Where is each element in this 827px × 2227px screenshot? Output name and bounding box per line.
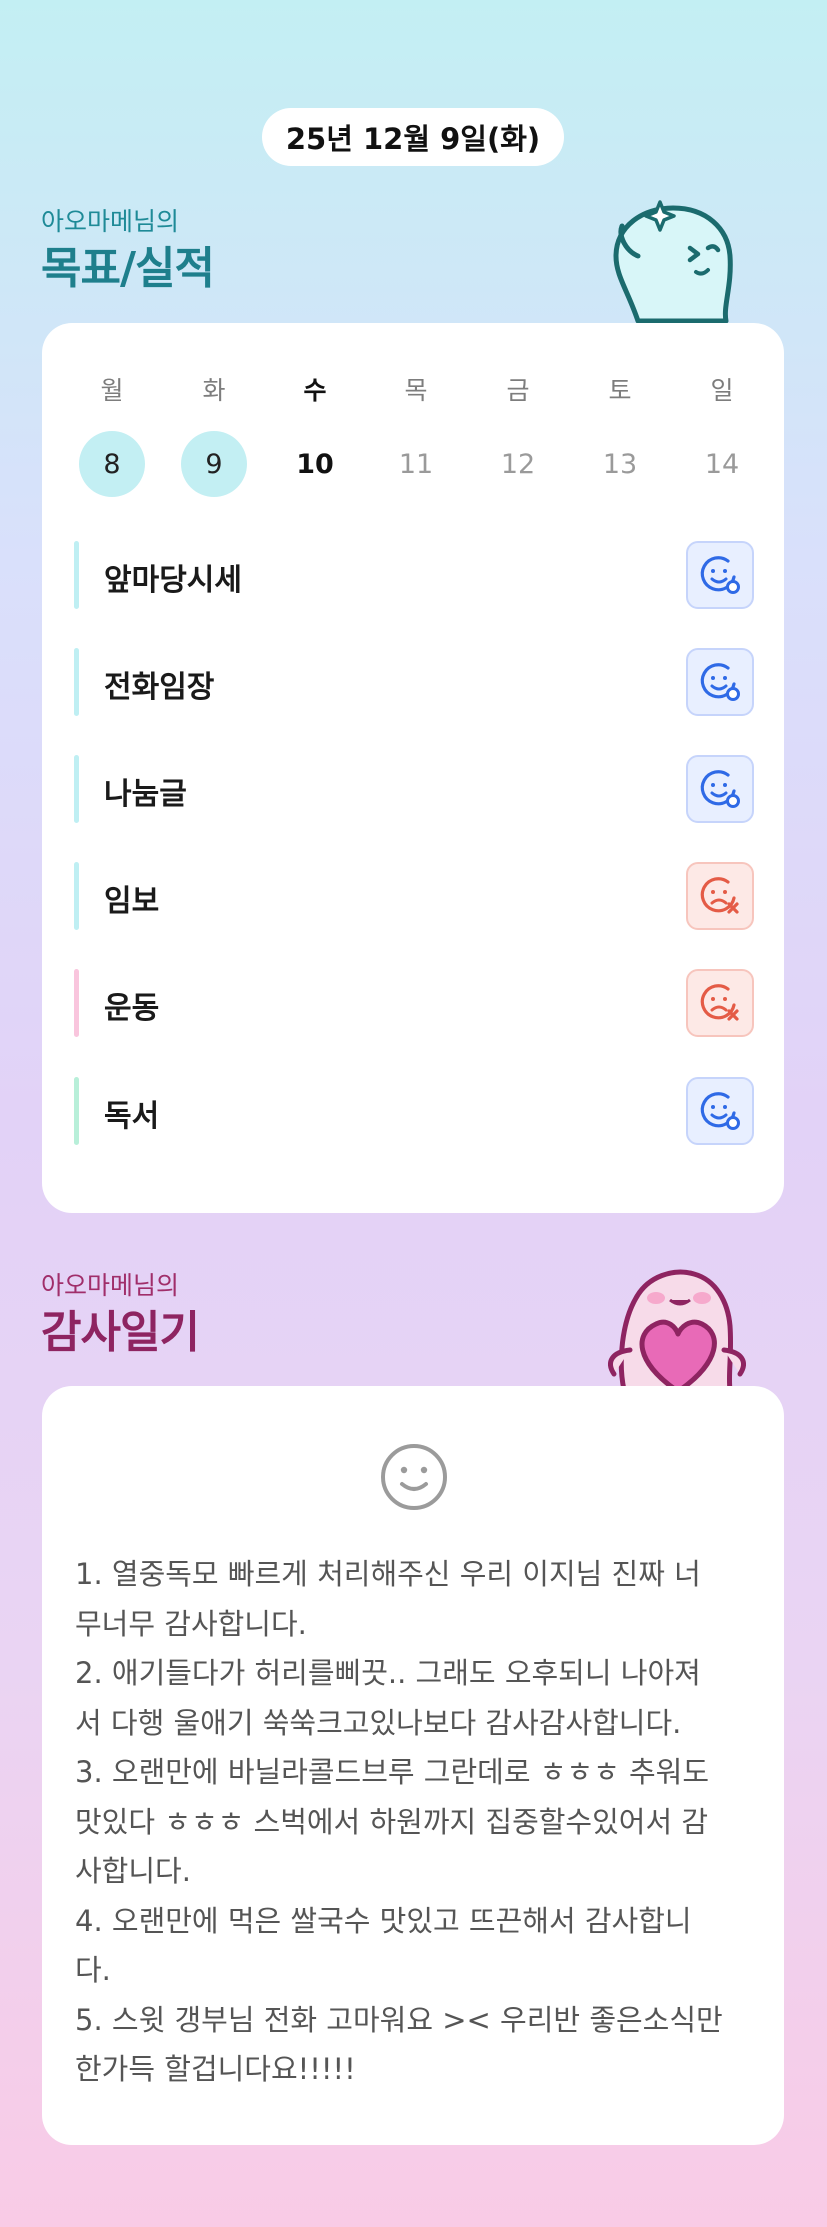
goal-status-success[interactable] [686,541,754,609]
smile-check-icon [700,1092,740,1130]
goal-status-fail[interactable] [686,862,754,930]
day-number: 10 [296,448,334,480]
date-pill: 25년 12월 9일(화) [262,108,564,166]
diary-line: 다. [75,1953,111,1987]
smile-check-icon [700,663,740,701]
diary-line: 사합니다. [75,1854,191,1888]
smile-check-icon [700,556,740,594]
diary-line: 3. 오랜만에 바닐라콜드브루 그란데로 ㅎㅎㅎ 추워도 [75,1755,710,1789]
goal-bar [74,862,79,930]
goal-row-report[interactable]: 임보 [74,862,754,930]
diary-line: 4. 오랜만에 먹은 쌀국수 맛있고 뜨끈해서 감사합니 [75,1903,692,1938]
goal-bar [74,1077,79,1145]
diary-line: 무너무 감사합니다. [75,1606,307,1641]
sad-x-icon [700,984,739,1021]
goal-status-success[interactable] [686,1077,754,1145]
day-number: 8 [79,431,145,497]
smile-icon [381,1444,447,1510]
day-name: 일 [710,376,734,405]
day-name: 화 [202,376,226,405]
day-name: 토 [608,376,632,405]
day-name: 목 [404,376,428,405]
goal-label: 운동 [104,991,160,1026]
day-number: 14 [704,448,740,480]
day-name: 월 [100,376,124,405]
week-calendar: 월 8 화 9 수 10 목 11 금 12 토 13 일 14 [42,323,784,523]
gratitude-title: 감사일기 [41,1307,200,1358]
day-number: 9 [181,431,247,497]
goal-label: 독서 [104,1099,160,1134]
diary-line: 맛있다 ㅎㅎㅎ 스벅에서 하원까지 집중할수있어서 감 [75,1804,709,1839]
sad-x-icon [700,877,739,914]
goal-status-success[interactable] [686,755,754,823]
goal-status-success[interactable] [686,648,754,716]
goal-row-sharing-post[interactable]: 나눔글 [74,755,754,823]
day-name: 금 [506,376,530,405]
goal-row-exercise[interactable]: 운동 [74,969,754,1037]
smile-check-icon [700,770,740,808]
goal-label: 임보 [104,884,160,919]
goal-row-market-price[interactable]: 앞마당시세 [74,541,754,609]
goal-row-reading[interactable]: 독서 [74,1077,754,1145]
date-text: 25년 12월 9일(화) [285,122,541,156]
mascot-ghost-icon [613,200,733,324]
gratitude-card: 1. 열중독모 빠르게 처리해주신 우리 이지님 진짜 너 무너무 감사합니다.… [42,1386,784,2145]
day-number: 11 [398,448,434,480]
goal-bar [74,648,79,716]
diary-line: 2. 애기들다가 허리를삐끗.. 그래도 오후되니 나아져 [75,1656,701,1690]
diary-line: 1. 열중독모 빠르게 처리해주신 우리 이지님 진짜 너 [75,1557,701,1591]
goal-status-fail[interactable] [686,969,754,1037]
goal-label: 전화임장 [104,670,215,705]
diary-line: 5. 스윗 갱부님 전화 고마워요 >< 우리반 좋은소식만 [75,2002,723,2037]
diary-line: 한가득 할겁니다요!!!!! [75,2052,356,2086]
day-number: 12 [500,448,536,480]
day-name: 수 [303,376,327,405]
goal-bar [74,755,79,823]
goal-label: 앞마당시세 [104,563,242,598]
diary-line: 서 다행 울애기 쑥쑥크고있나보다 감사감사합니다. [75,1705,682,1740]
goal-label: 나눔글 [104,777,187,812]
goal-bar [74,969,79,1037]
gratitude-text: 1. 열중독모 빠르게 처리해주신 우리 이지님 진짜 너 무너무 감사합니다.… [75,1550,765,2095]
mascot-heart-icon [608,1269,746,1390]
goals-title: 목표/실적 [41,243,215,294]
goals-card: 월 8 화 9 수 10 목 11 금 12 토 13 일 14 앞마당시세 전… [42,323,784,1213]
day-number: 13 [602,448,638,480]
goal-bar [74,541,79,609]
goal-row-phone-visit[interactable]: 전화임장 [74,648,754,716]
